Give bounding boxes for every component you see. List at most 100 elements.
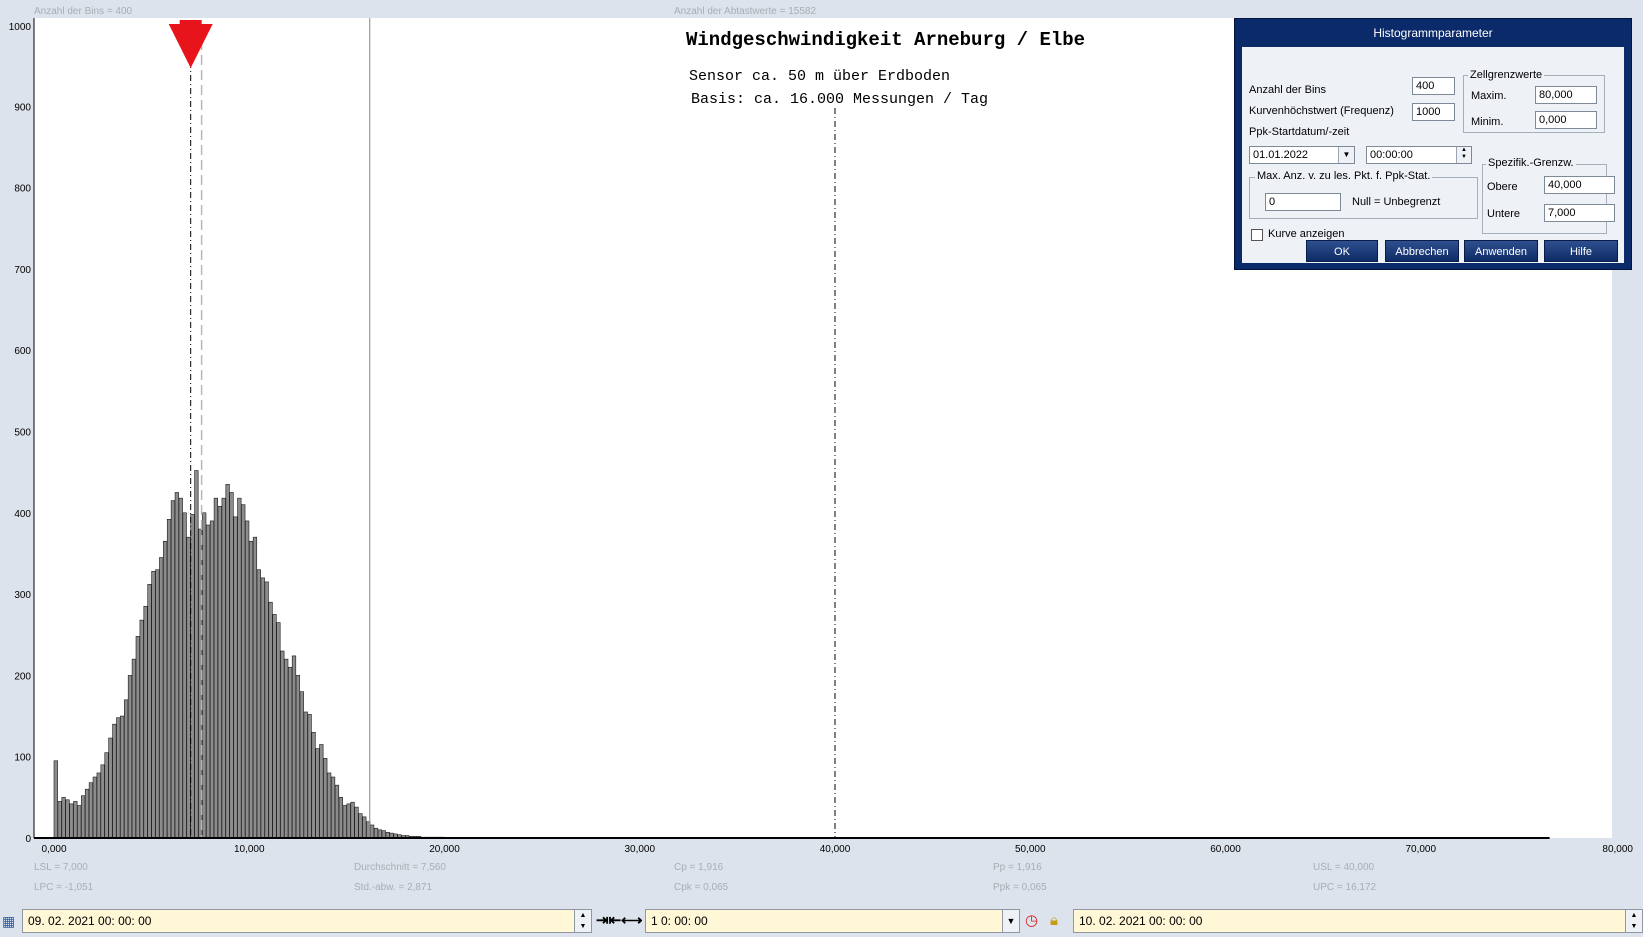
lock-icon[interactable]: 🔒︎	[1050, 911, 1058, 931]
x-tick-label: 80,000	[1602, 844, 1633, 855]
histogram-bar	[342, 805, 347, 839]
histogram-bar	[303, 711, 308, 839]
y-tick-label: 100	[14, 753, 31, 764]
x-tick-label: 40,000	[820, 844, 851, 855]
histogram-bar	[362, 816, 367, 839]
histogram-bar	[159, 557, 164, 839]
upper-limit-input[interactable]	[1544, 176, 1615, 194]
y-tick-label: 0	[25, 834, 31, 845]
bins-info: Anzahl der Bins = 400	[34, 6, 133, 17]
histogram-bar	[264, 581, 269, 839]
upc-value: UPC = 16,172	[1313, 882, 1377, 893]
cancel-button[interactable]: Abbrechen	[1385, 240, 1459, 262]
histogram-bar	[217, 505, 222, 839]
y-tick-label: 600	[14, 346, 31, 357]
spec-limits-group	[1482, 164, 1607, 234]
histogram-bar	[151, 571, 156, 839]
histogram-bar	[127, 675, 133, 839]
end-spinner-icon[interactable]: ▲ ▼	[1625, 910, 1642, 932]
peak-input[interactable]	[1412, 103, 1455, 121]
histogram-bar	[334, 784, 340, 839]
histogram-bar	[276, 622, 281, 839]
arrows-outward-icon[interactable]: ⟷	[621, 911, 643, 931]
ok-button[interactable]: OK	[1306, 240, 1378, 262]
start-datetime-field[interactable]: 09. 02. 2021 00: 00: 00 ▲ ▼	[22, 909, 592, 933]
usl-value: USL = 40,000	[1313, 862, 1375, 873]
start-time-field[interactable]: 00:00:00 ▲ ▼	[1366, 146, 1472, 164]
histogram-bar	[307, 714, 312, 839]
histogram-bar	[186, 536, 191, 839]
histogram-bar	[147, 584, 152, 839]
chevron-down-icon[interactable]: ▼	[1338, 147, 1354, 163]
histogram-bar	[53, 760, 58, 839]
histogram-bar	[311, 732, 316, 839]
chart-subtitle-2: Basis: ca. 16.000 Messungen / Tag	[691, 91, 989, 108]
histogram-bar	[205, 524, 211, 839]
histogram-bar	[373, 827, 379, 839]
apply-button[interactable]: Anwenden	[1464, 240, 1538, 262]
x-tick-label: 60,000	[1210, 844, 1241, 855]
show-curve-checkbox[interactable]	[1251, 229, 1263, 241]
histogram-bar	[354, 806, 359, 839]
start-date-select[interactable]: 01.01.2022 ▼	[1249, 146, 1355, 164]
min-input[interactable]	[1535, 111, 1597, 129]
end-datetime-field[interactable]: 10. 02. 2021 00: 00: 00 ▲ ▼	[1073, 909, 1643, 933]
histogram-bar	[143, 605, 148, 839]
histogram-bar	[358, 813, 363, 839]
calendar-icon[interactable]: ▦	[2, 911, 15, 931]
max-input[interactable]	[1535, 86, 1597, 104]
histogram-parameters-dialog: Histogrammparameter Anzahl der Bins Kurv…	[1234, 18, 1632, 270]
show-curve-label: Kurve anzeigen	[1268, 228, 1345, 240]
histogram-bar	[57, 801, 62, 839]
histogram-bar	[319, 744, 324, 839]
interval-value: 1 0: 00: 00	[651, 914, 708, 928]
null-hint: Null = Unbegrenzt	[1352, 196, 1441, 208]
pp-value: Pp = 1,916	[993, 862, 1042, 873]
histogram-bar	[202, 512, 207, 839]
start-spinner-icon[interactable]: ▲ ▼	[574, 910, 591, 932]
histogram-bar	[346, 803, 351, 839]
histogram-bar	[252, 536, 258, 839]
max-label: Maxim.	[1471, 90, 1507, 102]
max-count-input[interactable]	[1265, 193, 1341, 211]
histogram-bar	[174, 492, 179, 839]
histogram-bar	[327, 772, 332, 839]
help-button[interactable]: Hilfe	[1544, 240, 1618, 262]
lower-limit-input[interactable]	[1544, 204, 1615, 222]
clock-icon[interactable]: ◷	[1025, 911, 1038, 931]
dialog-body: Anzahl der Bins Kurvenhöchstwert (Freque…	[1242, 47, 1624, 263]
histogram-bar	[194, 470, 199, 839]
histogram-bar	[315, 748, 320, 839]
y-tick-label: 500	[14, 428, 31, 439]
dialog-title[interactable]: Histogrammparameter	[1235, 19, 1631, 47]
histogram-bar	[225, 484, 230, 839]
y-tick-label: 700	[14, 265, 31, 276]
bins-input[interactable]	[1412, 77, 1455, 95]
histogram-bar	[96, 772, 101, 839]
spinner-icon[interactable]: ▲ ▼	[1456, 147, 1471, 163]
histogram-bar	[272, 614, 277, 839]
histogram-bar	[88, 782, 94, 839]
lsl-value: LSL = 7,000	[34, 862, 88, 873]
x-tick-label: 30,000	[624, 844, 655, 855]
histogram-bar	[166, 519, 172, 839]
arrows-inward-icon[interactable]: ⇥⇤	[596, 911, 621, 931]
histogram-bar	[323, 758, 328, 839]
chevron-down-icon[interactable]: ▼	[1002, 910, 1019, 932]
histogram-bar	[155, 569, 160, 839]
y-tick-label: 300	[14, 590, 31, 601]
x-tick-label: 20,000	[429, 844, 460, 855]
histogram-bar	[182, 512, 187, 839]
histogram-bar	[61, 797, 66, 839]
histogram-bar	[108, 737, 113, 839]
x-tick-label: 50,000	[1015, 844, 1046, 855]
histogram-bar	[73, 801, 78, 839]
histogram-bar	[260, 577, 265, 839]
interval-select[interactable]: 1 0: 00: 00 ▼	[645, 909, 1020, 933]
peak-label: Kurvenhöchstwert (Frequenz)	[1249, 105, 1394, 117]
histogram-bar	[284, 658, 289, 839]
histogram-bar	[81, 795, 86, 839]
histogram-bar	[245, 520, 250, 839]
histogram-bar	[295, 675, 301, 839]
cp-value: Cp = 1,916	[674, 862, 724, 873]
